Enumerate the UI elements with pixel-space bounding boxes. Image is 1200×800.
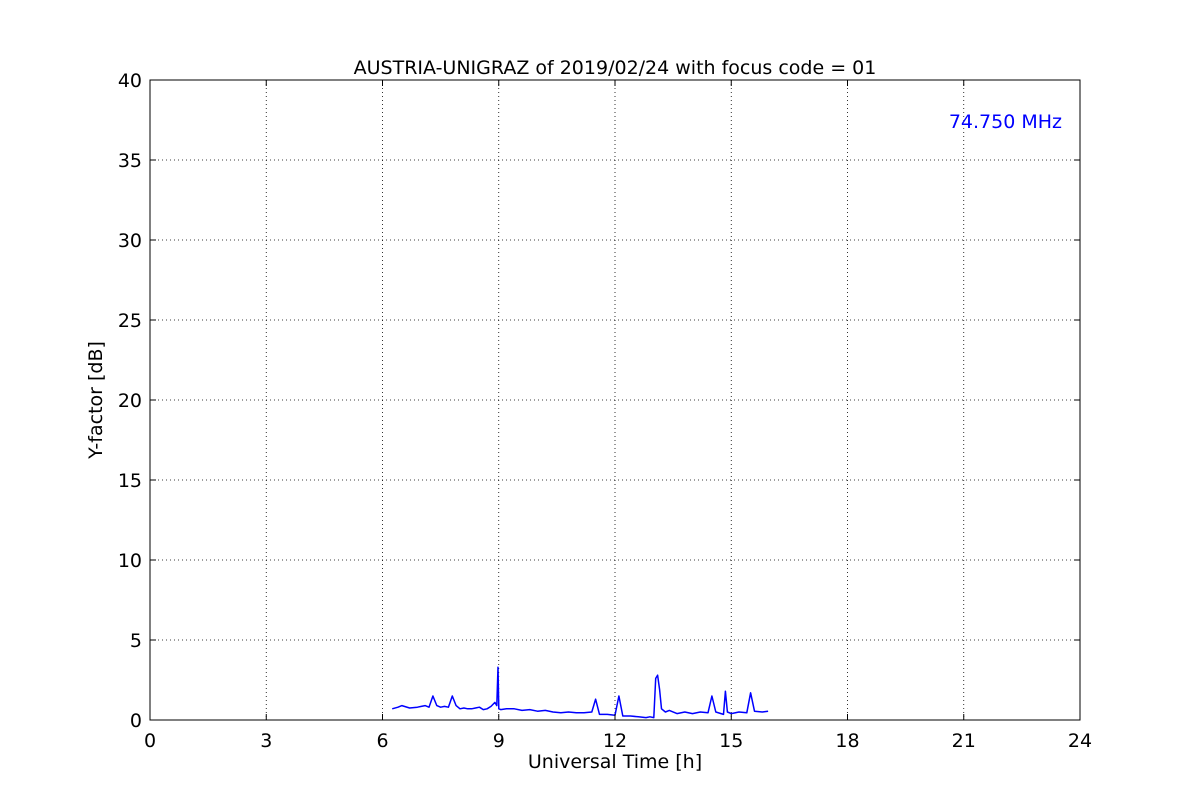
x-tick-label: 3 [260, 730, 272, 752]
y-tick-label: 10 [118, 550, 142, 572]
chart: 0 3 6 9 12 15 18 21 24 0 5 10 15 20 25 30 35 40 AUSTRIA-U… [0, 0, 1200, 800]
x-tick-label: 24 [1068, 730, 1092, 752]
y-tick-label: 15 [118, 470, 142, 492]
y-tick-label: 30 [118, 230, 142, 252]
x-tick-label: 21 [952, 730, 976, 752]
x-axis-label: Universal Time [h] [528, 751, 702, 773]
y-tick-label: 0 [130, 710, 142, 732]
x-tick-label: 15 [719, 730, 743, 752]
y-tick-label: 5 [130, 630, 142, 652]
y-tick-label: 40 [118, 70, 142, 92]
y-axis-label: Y-factor [dB] [85, 341, 107, 460]
x-tick-label: 12 [603, 730, 627, 752]
x-tick-label: 0 [144, 730, 156, 752]
y-tick-label: 35 [118, 150, 142, 172]
x-tick-label: 6 [376, 730, 388, 752]
x-tick-label: 9 [493, 730, 505, 752]
y-tick-label: 25 [118, 310, 142, 332]
chart-title: AUSTRIA-UNIGRAZ of 2019/02/24 with focus… [354, 57, 877, 79]
x-tick-label: 18 [835, 730, 859, 752]
frequency-annotation: 74.750 MHz [949, 111, 1062, 133]
y-tick-label: 20 [118, 390, 142, 412]
